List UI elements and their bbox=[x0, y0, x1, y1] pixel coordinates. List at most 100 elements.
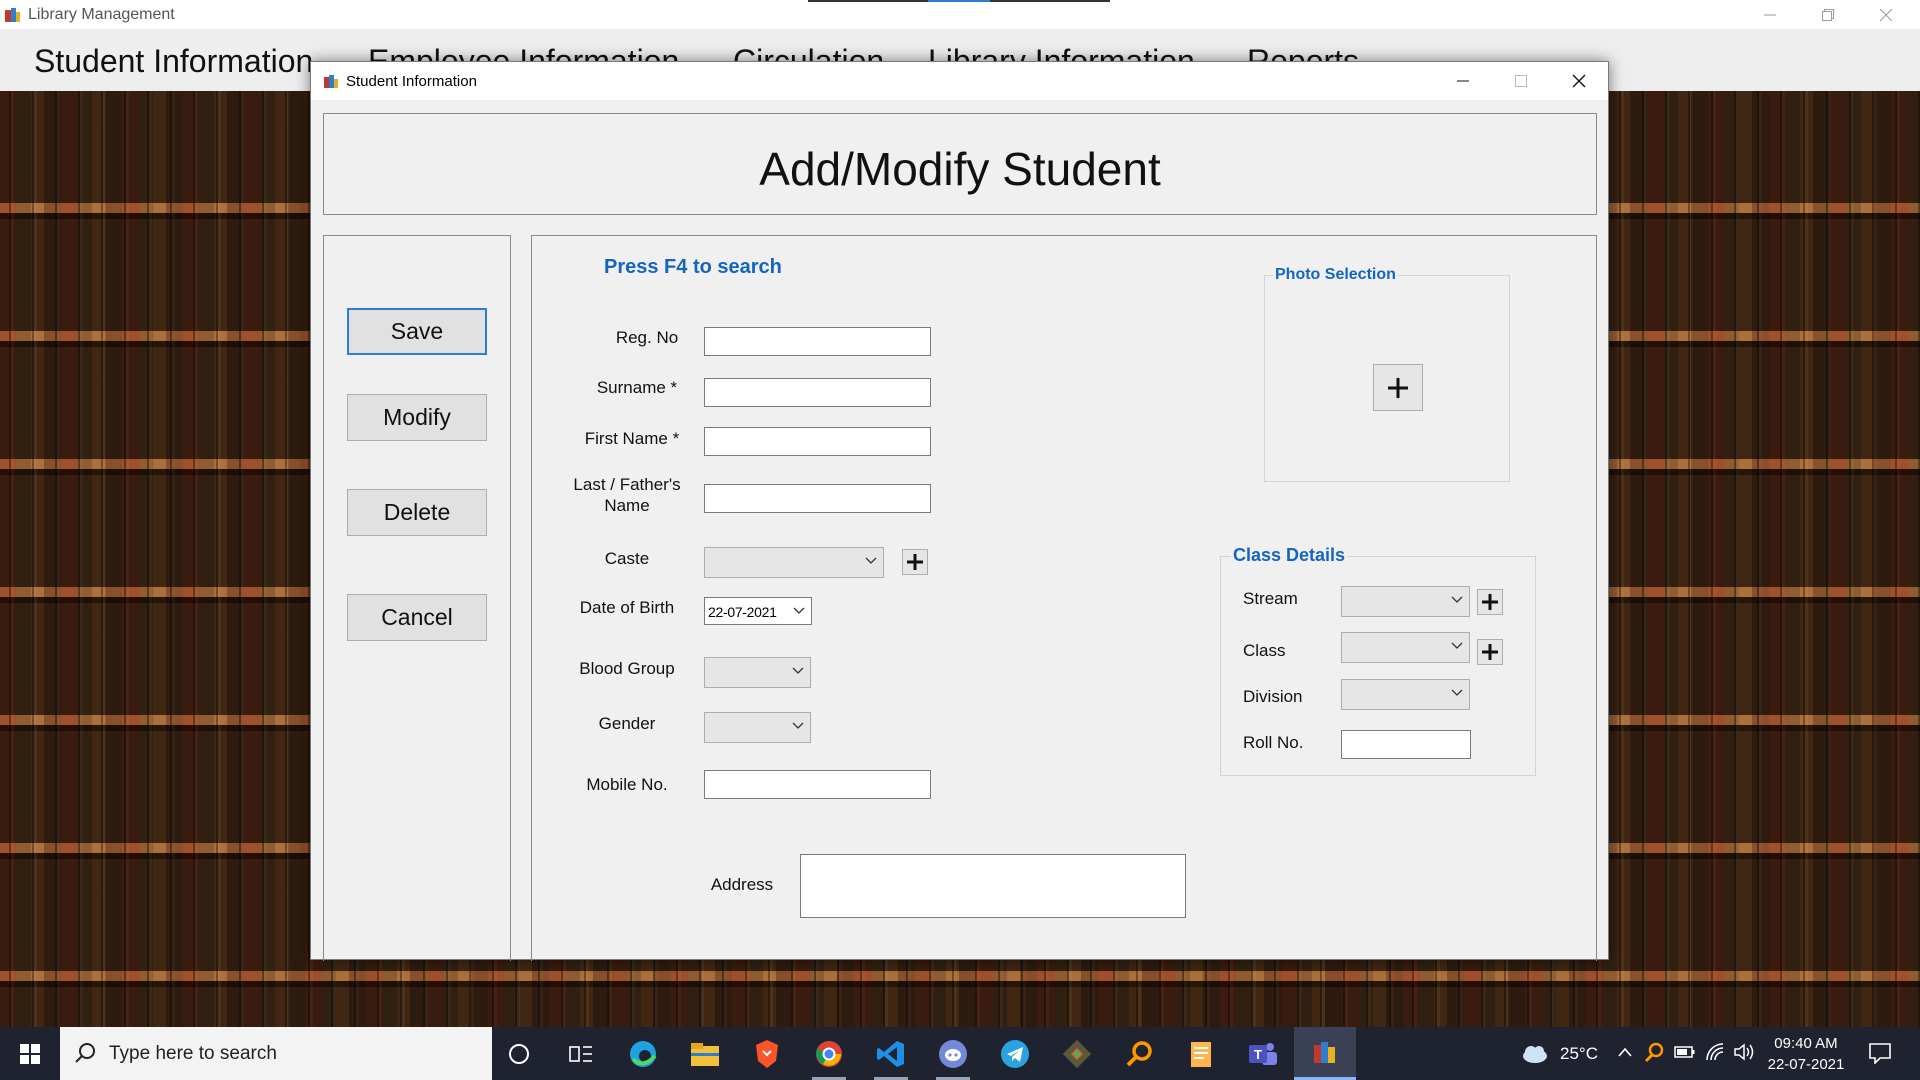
caste-dropdown[interactable] bbox=[704, 547, 884, 578]
close-button[interactable] bbox=[1857, 0, 1915, 29]
app-icon bbox=[4, 6, 21, 23]
brave-icon[interactable] bbox=[736, 1027, 798, 1080]
vscode-icon[interactable] bbox=[860, 1027, 922, 1080]
plus-icon bbox=[1388, 377, 1408, 398]
blood-group-dropdown[interactable] bbox=[704, 657, 811, 688]
last-name-label-line1: Last / Father's bbox=[573, 475, 681, 494]
search-hint: Press F4 to search bbox=[604, 256, 782, 278]
chevron-up-icon[interactable] bbox=[1617, 1045, 1633, 1063]
plus-icon bbox=[1482, 594, 1498, 610]
student-form-panel: Press F4 to search Reg. No Surname * Fir… bbox=[531, 235, 1597, 961]
modify-button[interactable]: Modify bbox=[347, 394, 487, 441]
chevron-down-icon bbox=[793, 607, 805, 614]
roll-no-field[interactable] bbox=[1341, 730, 1471, 759]
class-details-title: Class Details bbox=[1231, 545, 1348, 566]
dialog-title: Student Information bbox=[346, 73, 477, 90]
battery-icon[interactable] bbox=[1674, 1044, 1696, 1065]
plus-icon bbox=[1482, 644, 1498, 660]
reg-no-label: Reg. No bbox=[615, 328, 679, 347]
maximize-icon bbox=[1515, 75, 1527, 87]
chrome-icon[interactable] bbox=[798, 1027, 860, 1080]
chevron-down-icon bbox=[792, 722, 804, 729]
add-class-button[interactable] bbox=[1477, 639, 1503, 665]
dialog-minimize-button[interactable] bbox=[1434, 62, 1492, 100]
mobile-field[interactable] bbox=[704, 770, 931, 799]
git-icon[interactable] bbox=[1046, 1027, 1108, 1080]
notepad-icon[interactable] bbox=[1170, 1027, 1232, 1080]
search-tool-tray-icon[interactable] bbox=[1644, 1042, 1664, 1069]
caste-label: Caste bbox=[604, 549, 650, 568]
file-explorer-icon[interactable] bbox=[674, 1027, 736, 1080]
clock-date[interactable]: 22-07-2021 bbox=[1760, 1056, 1852, 1073]
menu-student-information[interactable]: Student Information bbox=[34, 43, 313, 80]
edge-icon[interactable] bbox=[612, 1027, 674, 1080]
chevron-down-icon bbox=[1451, 642, 1463, 649]
action-button-panel: Save Modify Delete Cancel bbox=[323, 235, 511, 961]
first-name-label: First Name * bbox=[584, 429, 680, 448]
app-titlebar: Library Management bbox=[0, 0, 1920, 29]
wifi-icon[interactable] bbox=[1705, 1042, 1725, 1067]
app-title: Library Management bbox=[28, 6, 175, 23]
page-title: Add/Modify Student bbox=[759, 143, 1161, 195]
blood-group-label: Blood Group bbox=[579, 659, 675, 678]
header-panel: Add/Modify Student bbox=[323, 113, 1597, 215]
save-button[interactable]: Save bbox=[347, 308, 487, 355]
restore-icon bbox=[1822, 8, 1834, 21]
surname-field[interactable] bbox=[704, 378, 931, 407]
photo-selection-title: Photo Selection bbox=[1273, 266, 1398, 284]
restore-button[interactable] bbox=[1799, 0, 1857, 29]
reg-no-field[interactable] bbox=[704, 327, 931, 356]
dialog-app-icon bbox=[323, 73, 339, 89]
dialog-close-button[interactable] bbox=[1550, 62, 1608, 100]
gender-label: Gender bbox=[598, 714, 656, 733]
library-app-icon[interactable] bbox=[1294, 1027, 1356, 1080]
teams-icon[interactable]: T bbox=[1232, 1027, 1294, 1080]
address-field[interactable] bbox=[800, 854, 1186, 918]
search-tool-icon[interactable] bbox=[1108, 1027, 1170, 1080]
dob-datepicker[interactable]: 22-07-2021 bbox=[704, 597, 812, 625]
gender-dropdown[interactable] bbox=[704, 712, 811, 743]
last-name-field[interactable] bbox=[704, 484, 931, 513]
delete-button[interactable]: Delete bbox=[347, 489, 487, 536]
surname-label: Surname * bbox=[596, 378, 678, 397]
minimize-icon bbox=[1457, 80, 1469, 82]
notifications-icon[interactable] bbox=[1868, 1042, 1892, 1069]
dialog-maximize-button[interactable] bbox=[1492, 62, 1550, 100]
start-button[interactable] bbox=[0, 1027, 60, 1080]
cortana-icon[interactable] bbox=[488, 1027, 550, 1080]
class-label: Class bbox=[1243, 641, 1286, 660]
chevron-down-icon bbox=[1451, 596, 1463, 603]
dob-label: Date of Birth bbox=[579, 598, 675, 617]
add-caste-button[interactable] bbox=[902, 549, 928, 575]
roll-no-label: Roll No. bbox=[1243, 733, 1304, 752]
last-name-label-line2: Name bbox=[604, 496, 650, 515]
telegram-icon[interactable] bbox=[984, 1027, 1046, 1080]
weather-icon[interactable] bbox=[1520, 1042, 1550, 1069]
division-dropdown[interactable] bbox=[1341, 679, 1470, 710]
close-icon bbox=[1572, 74, 1586, 88]
cancel-button[interactable]: Cancel bbox=[347, 594, 487, 641]
stream-dropdown[interactable] bbox=[1341, 586, 1470, 617]
address-label: Address bbox=[710, 875, 774, 894]
clock-time[interactable]: 09:40 AM bbox=[1760, 1035, 1852, 1052]
windows-icon bbox=[20, 1043, 40, 1064]
add-stream-button[interactable] bbox=[1477, 589, 1503, 615]
mobile-label: Mobile No. bbox=[586, 775, 668, 794]
add-photo-button[interactable] bbox=[1373, 364, 1423, 411]
chevron-down-icon bbox=[1451, 689, 1463, 696]
task-view-icon[interactable] bbox=[550, 1027, 612, 1080]
chevron-down-icon bbox=[865, 557, 877, 564]
volume-icon[interactable] bbox=[1733, 1042, 1755, 1067]
search-icon bbox=[74, 1042, 96, 1069]
temperature-readout[interactable]: 25°C bbox=[1560, 1044, 1598, 1064]
class-dropdown[interactable] bbox=[1341, 632, 1470, 663]
plus-icon bbox=[907, 554, 923, 570]
dob-value: 22-07-2021 bbox=[708, 604, 777, 620]
division-label: Division bbox=[1243, 687, 1303, 706]
first-name-field[interactable] bbox=[704, 427, 931, 456]
taskbar-search-box[interactable]: Type here to search bbox=[60, 1027, 492, 1080]
stream-label: Stream bbox=[1243, 589, 1298, 608]
minimize-button[interactable] bbox=[1741, 0, 1799, 29]
discord-icon[interactable] bbox=[922, 1027, 984, 1080]
svg-text:T: T bbox=[1254, 1047, 1262, 1062]
